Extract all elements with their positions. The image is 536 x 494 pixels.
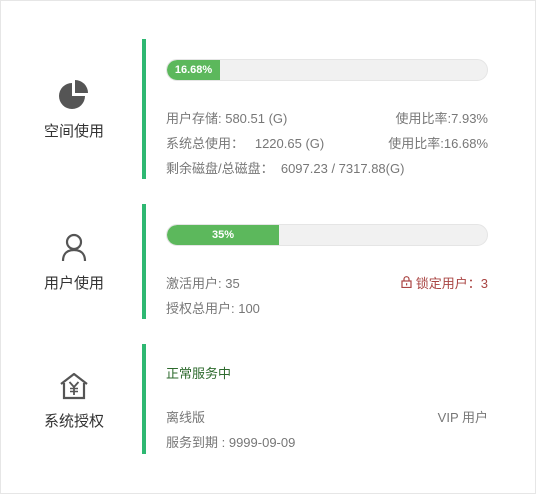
storage-accent-bar: [142, 39, 146, 179]
users-title: 用户使用: [43, 275, 104, 292]
user-ratio: 使用比率:7.93%: [395, 111, 488, 126]
locked-users-label: 锁定用户：3: [415, 276, 488, 291]
service-status: 正常服务中: [166, 366, 232, 381]
license-section: 系统授权 正常服务中 离线版 VIP 用户 服务到期 : 9999-09-09: [1, 344, 536, 454]
license-accent-bar: [142, 344, 146, 454]
expire-row: 服务到期 : 9999-09-09: [166, 434, 488, 452]
storage-progress: 16.68%: [166, 59, 488, 81]
yen-house-icon: [56, 368, 92, 404]
license-title: 系统授权: [43, 412, 104, 430]
disk-row: 剩余磁盘/总磁盘： 6097.23 / 7317.88(G): [166, 160, 488, 178]
users-section: 用户使用 35% 激活用户: 35 锁定用户：3 授权总用户: 100: [1, 204, 536, 319]
users-progress-label: 35%: [211, 229, 235, 241]
service-status-row: 正常服务中: [166, 365, 488, 383]
user-storage: 用户存储: 580.51 (G): [166, 111, 288, 126]
dashboard-panel: 空间使用 16.68% 用户存储: 580.51 (G) 使用比率:7.93% …: [0, 0, 536, 494]
users-accent-bar: [142, 204, 146, 319]
locked-users[interactable]: 锁定用户：3: [401, 275, 488, 293]
authorized-users: 授权总用户: 100: [166, 301, 260, 316]
storage-header: 空间使用: [21, 39, 127, 179]
lock-icon: [401, 275, 412, 293]
system-ratio: 使用比率:16.68%: [388, 136, 488, 151]
user-icon: [56, 230, 92, 266]
authorized-row: 授权总用户: 100: [166, 300, 488, 318]
storage-title: 空间使用: [43, 122, 104, 140]
storage-section: 空间使用 16.68% 用户存储: 580.51 (G) 使用比率:7.93% …: [1, 39, 536, 179]
active-row: 激活用户: 35 锁定用户：3: [166, 275, 488, 293]
user-level: VIP 用户: [437, 410, 488, 425]
license-header: 系统授权: [21, 344, 127, 454]
system-used-row: 系统总使用： 1220.65 (G) 使用比率:16.68%: [166, 135, 488, 153]
users-header: 用户使用: [21, 204, 127, 319]
pie-chart-icon: [56, 78, 92, 114]
edition-row: 离线版 VIP 用户: [166, 409, 488, 427]
expire-date: 服务到期 : 9999-09-09: [166, 435, 296, 450]
active-users: 激活用户: 35: [166, 276, 240, 291]
disk-usage: 剩余磁盘/总磁盘： 6097.23 / 7317.88(G): [166, 161, 405, 176]
edition: 离线版: [166, 410, 206, 425]
system-used: 系统总使用： 1220.65 (G): [166, 136, 325, 151]
user-storage-row: 用户存储: 580.51 (G) 使用比率:7.93%: [166, 110, 488, 128]
users-progress: 35%: [166, 224, 488, 246]
storage-progress-label: 16.68%: [174, 64, 213, 76]
